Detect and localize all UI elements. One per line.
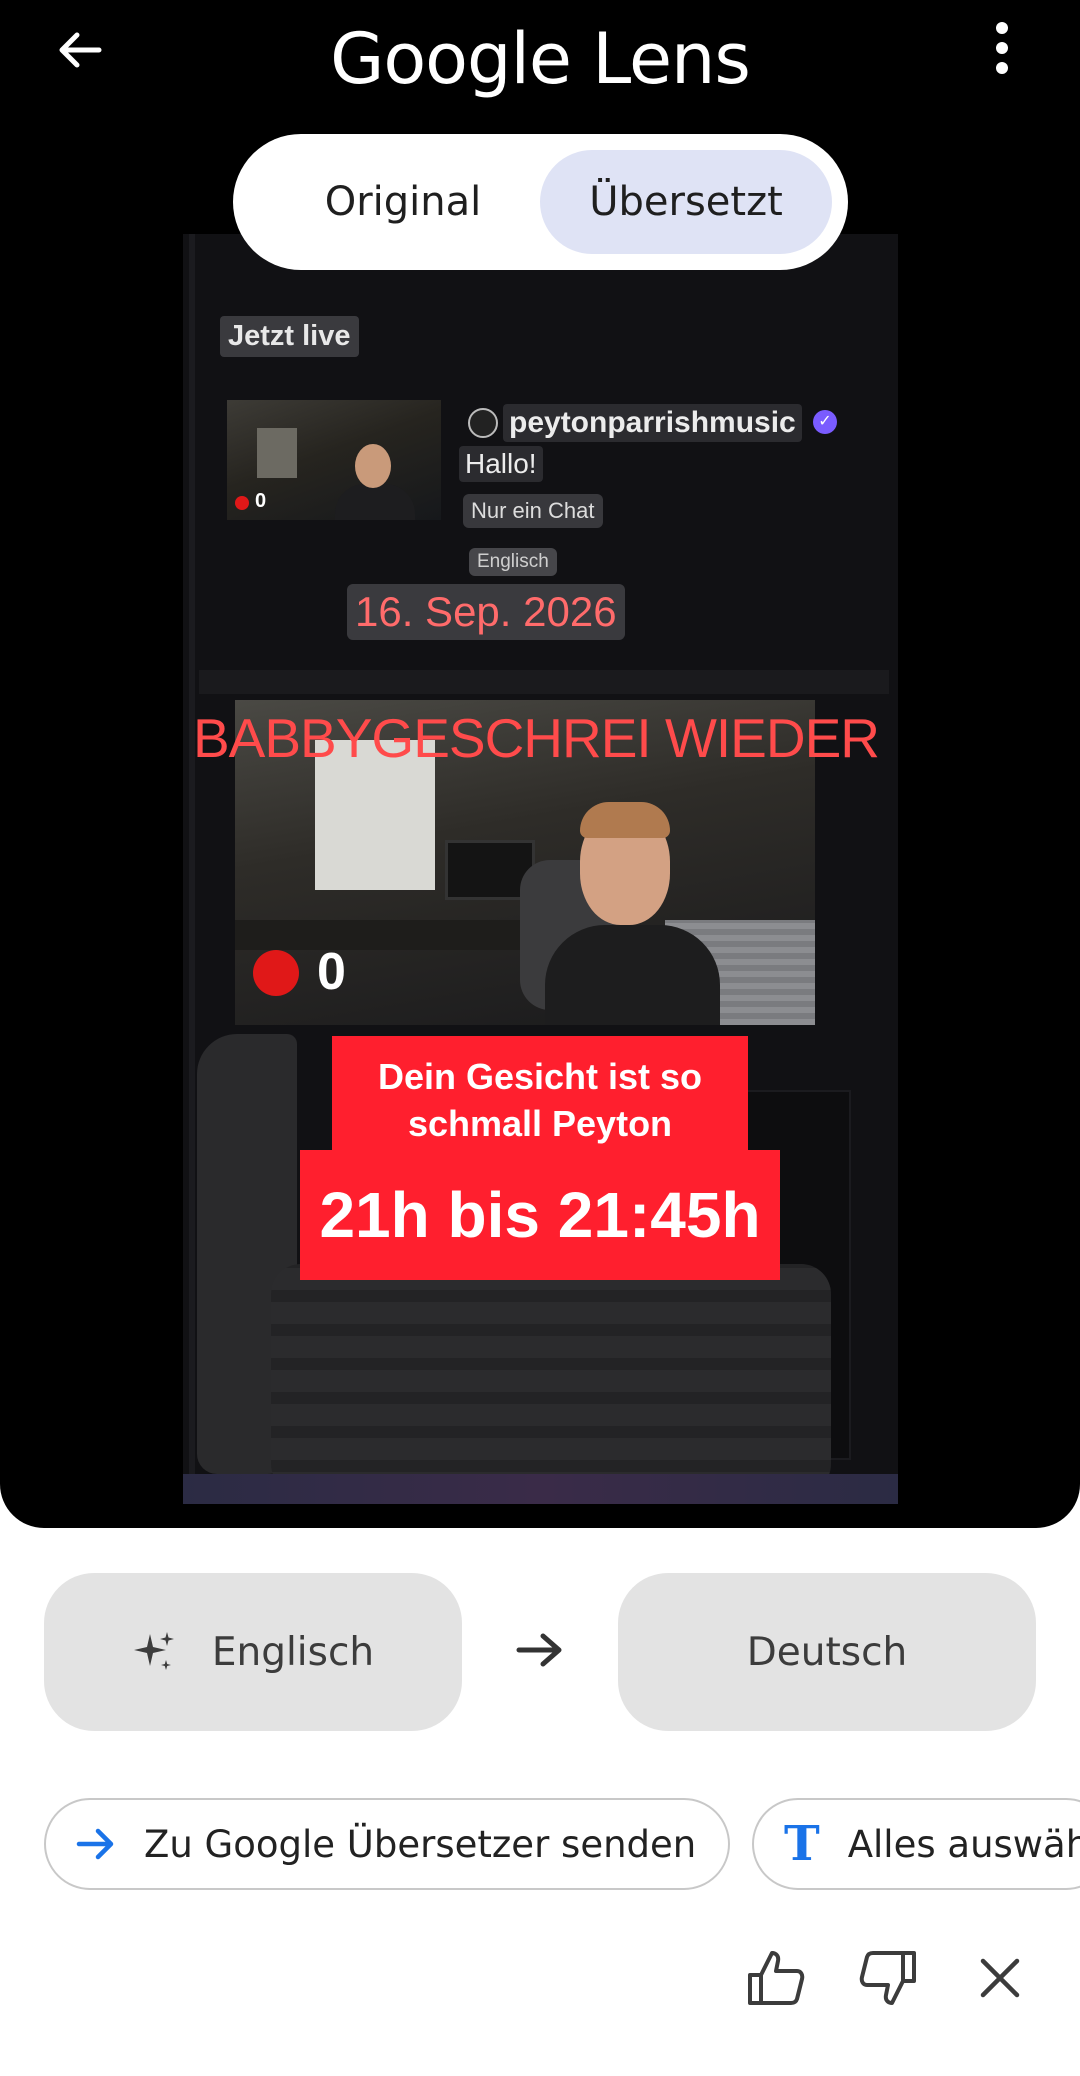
time-range-text: 21h bis 21:45h (319, 1179, 761, 1251)
image-viewer: Google Lens Jetzt live 0 peytonparrishmu… (0, 0, 1080, 1528)
divider (199, 670, 889, 694)
sparkle-icon (132, 1630, 176, 1674)
text-select-icon: T (784, 1816, 820, 1872)
date-label: 16. Sep. 2026 (347, 584, 625, 640)
stream-viewer-count: 0 (317, 943, 346, 1001)
translated-image[interactable]: Jetzt live 0 peytonparrishmusic ✓ Hallo!… (183, 234, 898, 1504)
chat-chip: Nur ein Chat (463, 494, 603, 528)
close-icon (978, 1956, 1022, 2005)
language-direction (510, 1622, 570, 1682)
target-language-button[interactable]: Deutsch (618, 1573, 1036, 1731)
image-edge (189, 234, 195, 1504)
channel-name: peytonparrishmusic (503, 404, 802, 442)
select-all-button[interactable]: T Alles auswählen (752, 1798, 1080, 1890)
source-language-button[interactable]: Englisch (44, 1573, 462, 1731)
thumb-up-button[interactable] (740, 1944, 812, 2016)
language-chip: Englisch (469, 548, 557, 576)
send-to-translate-button[interactable]: Zu Google Übersetzer senden (44, 1798, 730, 1890)
thumbnail-viewer-count: 0 (255, 490, 267, 512)
arrow-right-icon (515, 1630, 565, 1675)
live-dot (235, 496, 249, 510)
live-thumbnail: 0 (227, 400, 441, 520)
overlay-headline: BABBYGESCHREI WIEDER (193, 707, 880, 769)
channel-avatar (468, 408, 498, 438)
redaction-scribble (271, 1264, 831, 1494)
thumb-up-icon (745, 1947, 807, 2014)
time-box: 21h bis 21:45h (300, 1150, 780, 1280)
more-vert-icon (992, 20, 1012, 81)
view-toggle: Original Übersetzt (233, 134, 848, 270)
send-to-translate-label: Zu Google Übersetzer senden (144, 1822, 697, 1866)
select-all-label: Alles auswählen (847, 1822, 1080, 1866)
arrow-right-icon (76, 1826, 116, 1862)
caption-text: Dein Gesicht ist so schmall Peyton (377, 1056, 703, 1144)
verified-badge-icon: ✓ (813, 410, 837, 434)
tab-original[interactable]: Original (253, 150, 553, 254)
target-language-label: Deutsch (746, 1629, 908, 1675)
thumb-down-icon (857, 1947, 919, 2014)
caption-box: Dein Gesicht ist so schmall Peyton (332, 1036, 748, 1166)
image-edge-glow (183, 1474, 898, 1504)
live-now-label: Jetzt live (220, 316, 359, 357)
close-button[interactable] (964, 1944, 1036, 2016)
tab-translated[interactable]: Übersetzt (540, 150, 832, 254)
app-title: Google Lens (330, 18, 751, 100)
more-options-button[interactable] (970, 18, 1034, 82)
record-dot (253, 950, 299, 996)
greeting-text: Hallo! (459, 446, 543, 482)
thumb-down-button[interactable] (852, 1944, 924, 2016)
source-language-label: Englisch (211, 1629, 375, 1675)
